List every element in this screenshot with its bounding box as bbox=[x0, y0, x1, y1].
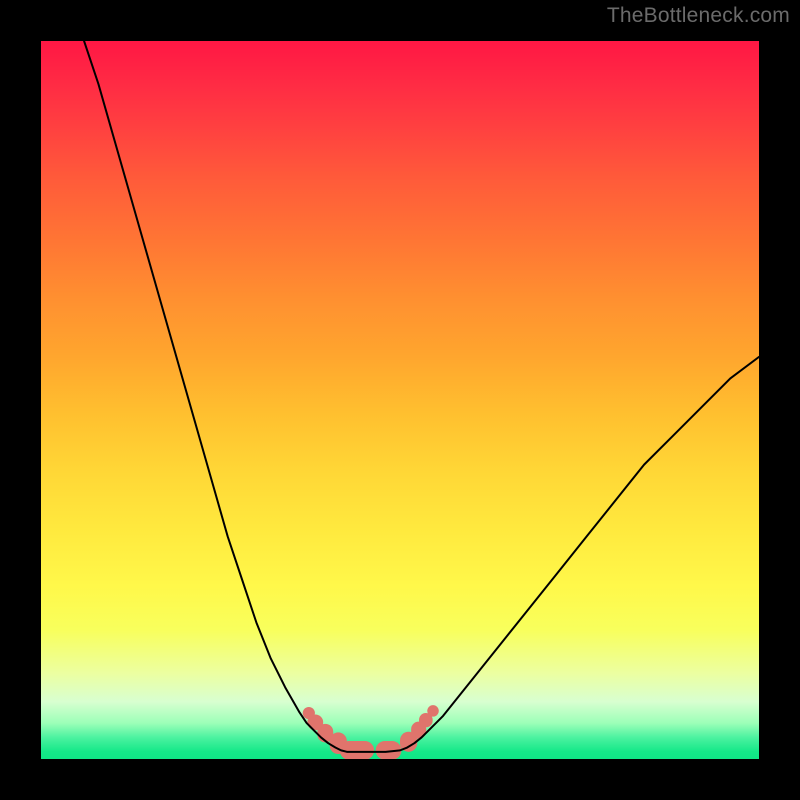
bottleneck-curve-path bbox=[84, 41, 759, 752]
range-dot bbox=[340, 741, 374, 759]
range-dot bbox=[427, 705, 438, 716]
chart-svg bbox=[41, 41, 759, 759]
watermark-text: TheBottleneck.com bbox=[607, 4, 790, 28]
plot-area bbox=[41, 41, 759, 759]
outer-frame: TheBottleneck.com bbox=[0, 0, 800, 800]
